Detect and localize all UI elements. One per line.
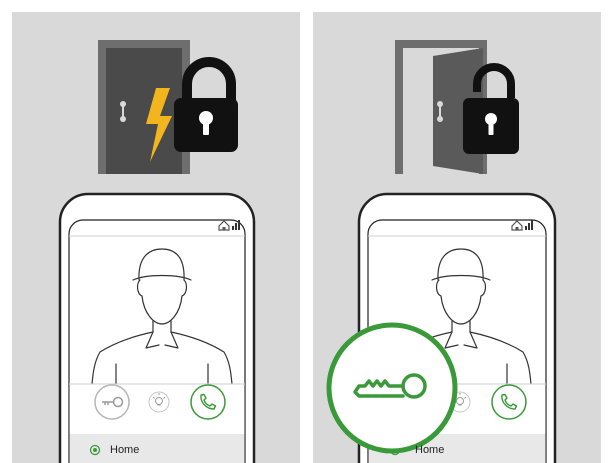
panel-locked: Home [12, 12, 300, 463]
key-button[interactable] [94, 384, 130, 420]
light-button[interactable] [148, 391, 170, 413]
key-button-highlighted[interactable] [326, 322, 458, 454]
call-button[interactable] [491, 384, 527, 420]
location-label[interactable]: Home [415, 444, 444, 456]
panel-unlocked: Home [313, 12, 601, 463]
phone [58, 192, 256, 463]
call-button[interactable] [190, 384, 226, 420]
location-label[interactable]: Home [110, 444, 139, 456]
